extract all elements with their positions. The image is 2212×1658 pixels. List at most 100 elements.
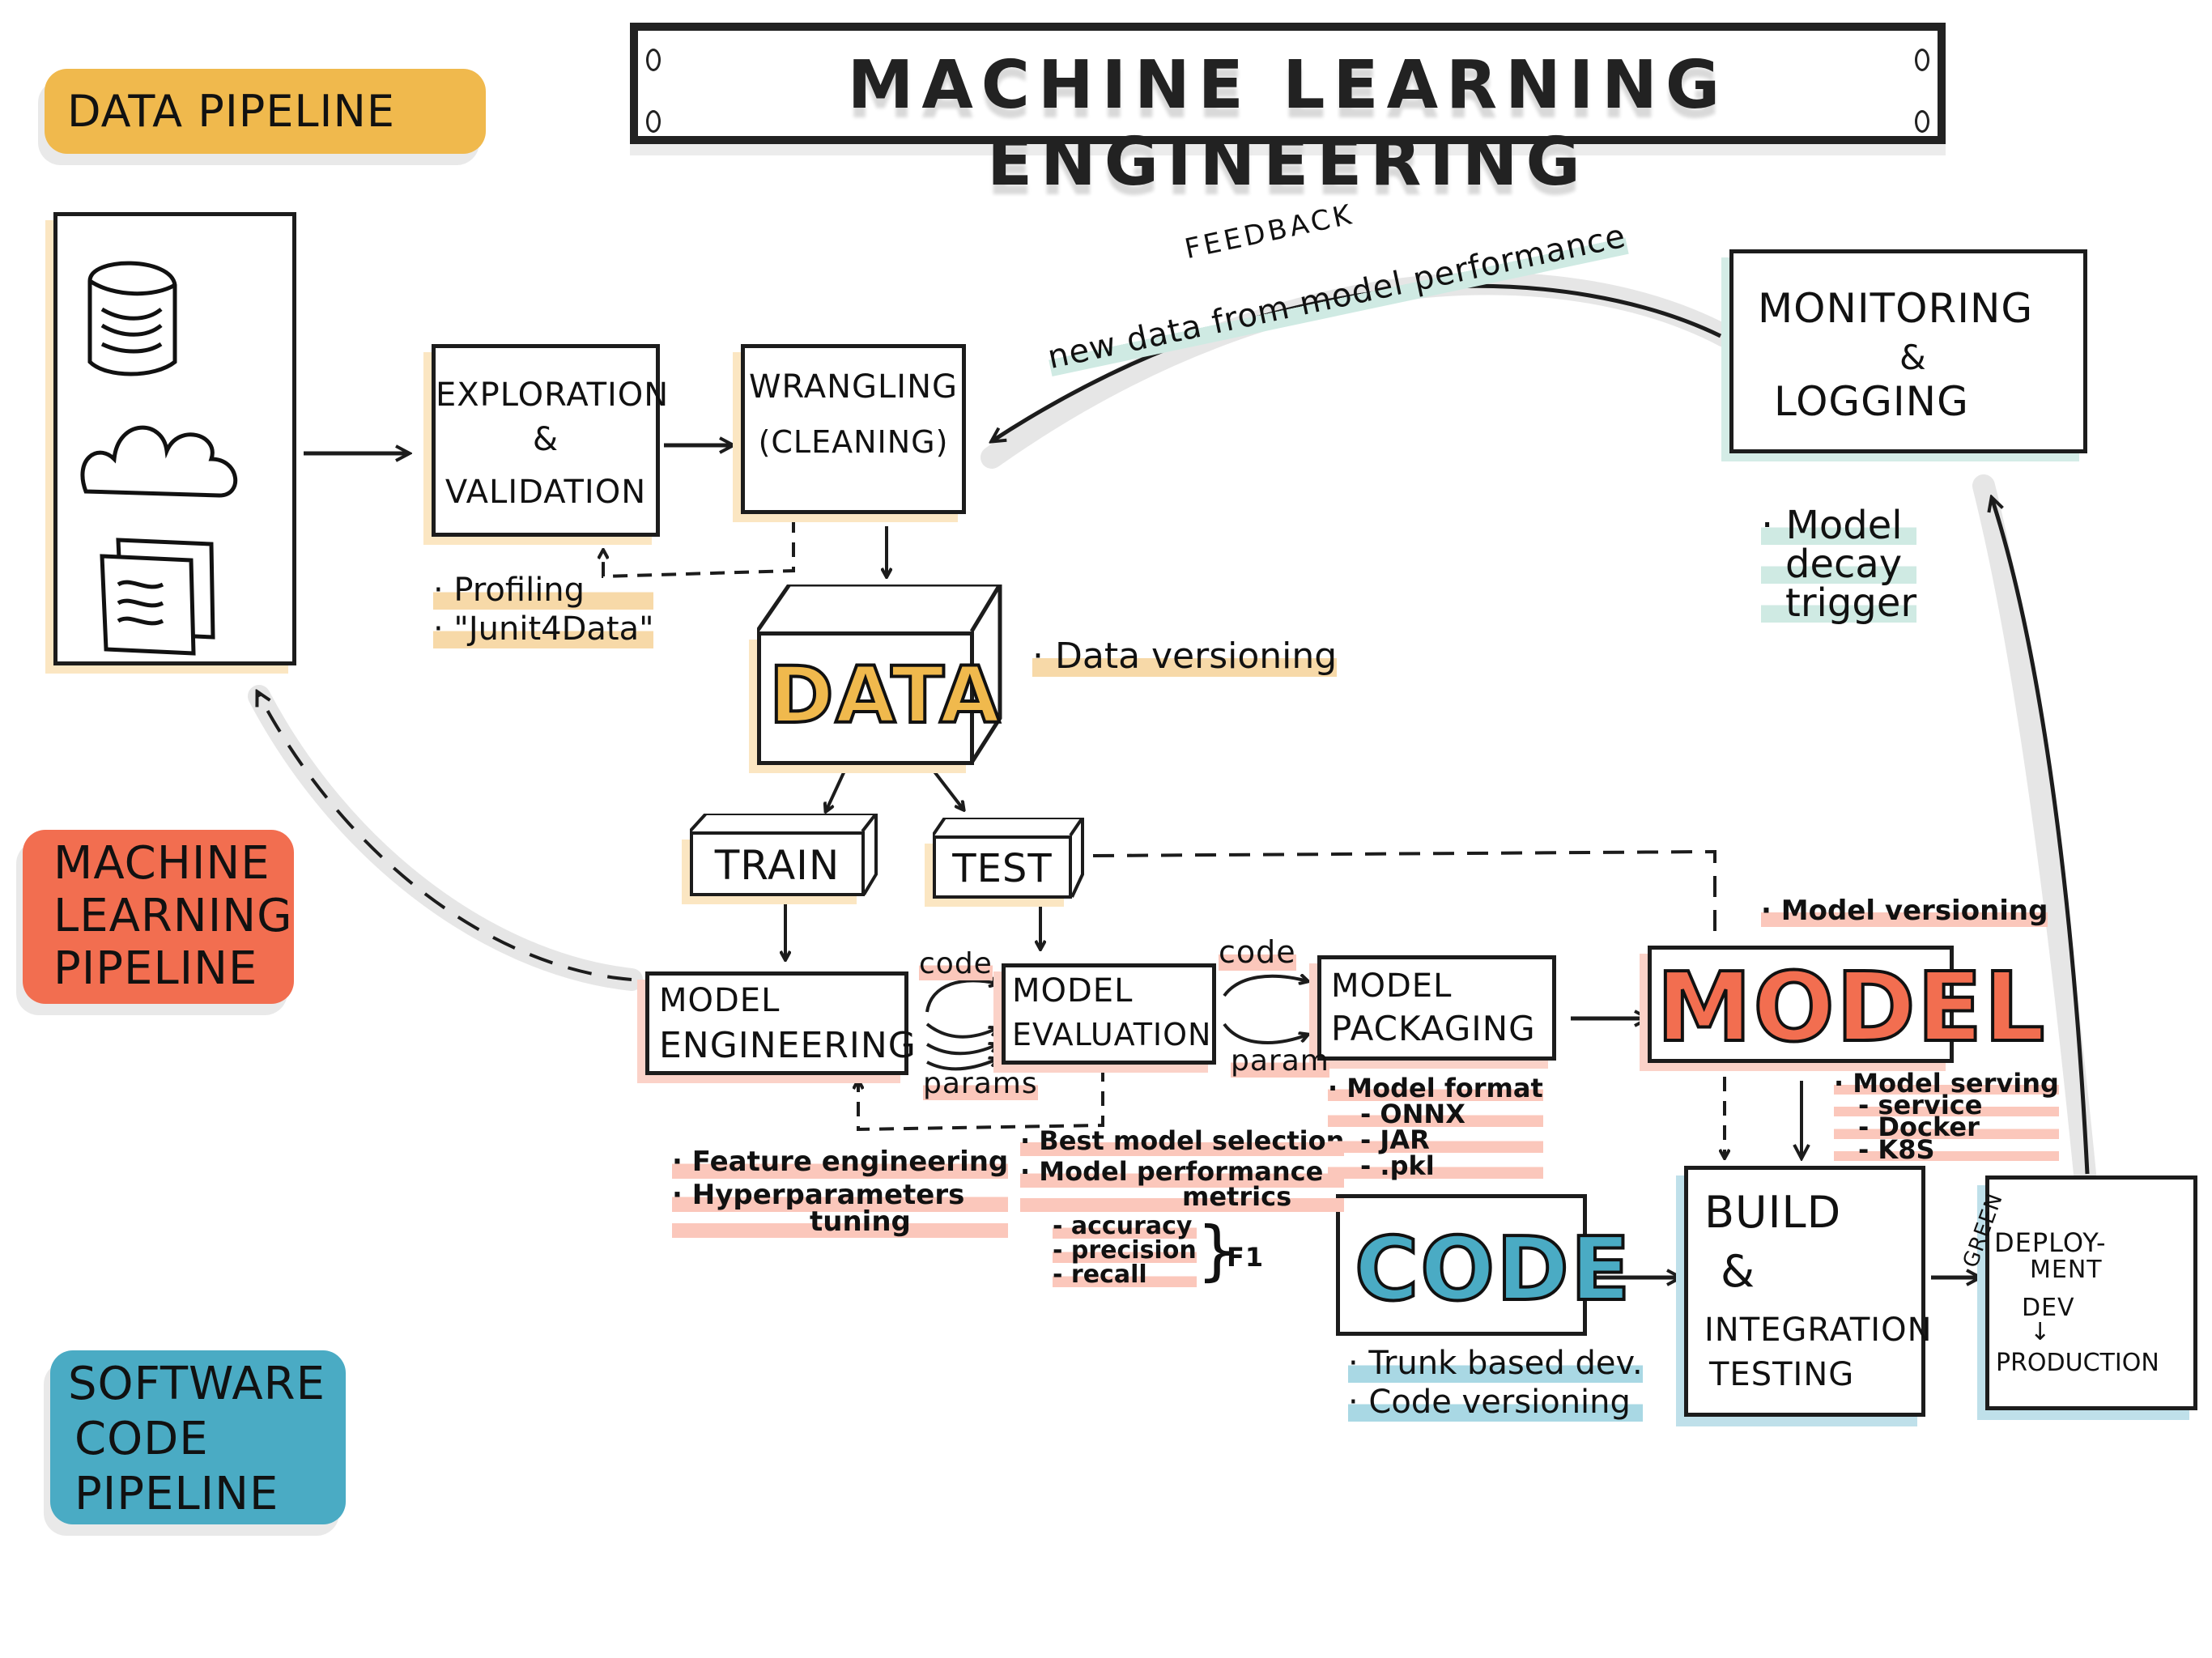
- env-production-label: PRODUCTION: [1996, 1349, 2159, 1377]
- params-label-1: params: [923, 1067, 1038, 1101]
- page-title: MACHINE LEARNING ENGINEERING: [847, 47, 1729, 201]
- metric-precision: - precision: [1053, 1236, 1197, 1265]
- legend-code-line-1: SOFTWARE: [68, 1358, 325, 1410]
- build-integration-box[interactable]: BUILD & INTEGRATION TESTING: [1684, 1166, 1932, 1417]
- note-model-serving: · Model serving - service - Docker - K8S: [1834, 1070, 2059, 1163]
- model-artifact-label: MODEL: [1655, 950, 2047, 1065]
- title-banner: MACHINE LEARNING ENGINEERING: [630, 23, 1946, 201]
- note-model-versioning-text: · Model versioning: [1761, 895, 2048, 927]
- build-ampersand: &: [1721, 1246, 1756, 1297]
- monitoring-label: MONITORING: [1758, 285, 2034, 332]
- model-evaluation-box[interactable]: MODEL EVALUATION: [1002, 963, 1216, 1065]
- note-model: · Model: [1761, 506, 1917, 545]
- param-label-2: param: [1231, 1044, 1329, 1078]
- note-trigger: trigger: [1761, 584, 1917, 623]
- note-metrics-list: - accuracy - precision - recall: [1053, 1214, 1197, 1287]
- cloud-icon: [80, 425, 238, 498]
- note-junit4data: · "Junit4Data": [433, 610, 654, 648]
- format-jar: - JAR: [1328, 1127, 1543, 1153]
- model-packaging-label-1: MODEL: [1331, 967, 1453, 1005]
- model-artifact-box[interactable]: MODEL: [1648, 946, 2046, 1065]
- legend-code-line-2: CODE: [74, 1413, 209, 1465]
- deployment-box[interactable]: DEPLOY- MENT DEV ↓ PRODUCTION: [1985, 1175, 2197, 1410]
- note-best-model-selection: · Best model selection: [1020, 1125, 1345, 1157]
- arrow-param-2: [1223, 1022, 1308, 1044]
- format-pkl: - .pkl: [1328, 1153, 1543, 1179]
- deployment-label-1: DEPLOY-: [1994, 1227, 2107, 1258]
- exploration-label: EXPLORATION: [436, 376, 670, 414]
- logging-label: LOGGING: [1774, 378, 1969, 425]
- data-cube-label: DATA: [768, 648, 1002, 742]
- model-packaging-label-2: PACKAGING: [1331, 1009, 1536, 1048]
- arrow-params-1a: [925, 1022, 998, 1039]
- legend-data-pipeline-label: DATA PIPELINE: [67, 86, 395, 137]
- feedback-label: FEEDBACK: [1181, 198, 1358, 266]
- note-data-versioning: · Data versioning: [1032, 636, 1338, 677]
- arrow-data-to-test: [929, 766, 963, 810]
- legend-ml-line-2: LEARNING: [53, 890, 293, 942]
- metrics-f1-label: F1: [1227, 1242, 1265, 1273]
- monitoring-logging-box[interactable]: MONITORING & LOGGING: [1729, 249, 2087, 453]
- integration-label: INTEGRATION: [1704, 1312, 1933, 1349]
- model-evaluation-label-1: MODEL: [1012, 972, 1134, 1010]
- arrow-code-2: [1223, 976, 1308, 997]
- note-code-versioning: · Code versioning: [1348, 1383, 1643, 1422]
- arrow-data-to-train: [826, 767, 848, 811]
- testing-label: TESTING: [1709, 1356, 1855, 1393]
- metric-accuracy: - accuracy: [1053, 1214, 1197, 1239]
- arrow-params-1b: [925, 1044, 998, 1056]
- model-engineering-label-2: ENGINEERING: [659, 1025, 917, 1066]
- legend-ml-pipeline: MACHINE LEARNING PIPELINE: [23, 830, 294, 1004]
- arrow-code-1: [925, 980, 998, 1013]
- note-model-evaluation: · Best model selection · Model performan…: [1020, 1125, 1345, 1213]
- monitoring-ampersand: &: [1899, 338, 1927, 377]
- exploration-ampersand: &: [532, 421, 559, 458]
- env-arrow-icon: ↓: [2030, 1318, 2052, 1346]
- test-label: TEST: [952, 846, 1053, 891]
- cleaning-label: (CLEANING): [758, 424, 949, 460]
- model-engineering-box[interactable]: MODEL ENGINEERING: [645, 971, 916, 1075]
- validation-label: VALIDATION: [445, 474, 647, 511]
- legend-code-line-3: PIPELINE: [74, 1468, 279, 1520]
- arrow-engineering-to-sources-dashed: [257, 692, 632, 981]
- model-engineering-label-1: MODEL: [659, 982, 781, 1019]
- code-artifact-label: CODE: [1353, 1218, 1632, 1322]
- note-profiling: · Profiling: [433, 571, 654, 610]
- legend-ml-line-1: MACHINE: [53, 837, 270, 890]
- legend-data-pipeline: DATA PIPELINE: [45, 69, 486, 154]
- model-packaging-box[interactable]: MODEL PACKAGING: [1317, 955, 1556, 1061]
- code-artifact-box[interactable]: CODE: [1336, 1194, 1632, 1336]
- train-box[interactable]: TRAIN: [690, 814, 884, 903]
- code-label-2: code: [1219, 934, 1296, 971]
- documents-icon: [100, 538, 215, 656]
- note-code: · Trunk based dev. · Code versioning: [1348, 1344, 1643, 1422]
- note-model-versioning: · Model versioning: [1761, 895, 2048, 928]
- build-label: BUILD: [1704, 1187, 1842, 1238]
- database-icon: [87, 261, 177, 376]
- note-exploration: · Profiling · "Junit4Data": [433, 571, 654, 648]
- note-monitoring: · Model decay trigger: [1761, 506, 1917, 623]
- note-trunk-based-dev: · Trunk based dev.: [1348, 1344, 1643, 1383]
- train-label: TRAIN: [714, 842, 840, 889]
- arrow-test-to-build-dashed: [1092, 849, 1716, 939]
- deployment-label-2: MENT: [2030, 1256, 2103, 1284]
- test-box[interactable]: TEST: [933, 818, 1087, 907]
- legend-ml-line-3: PIPELINE: [53, 942, 258, 995]
- code-label-1: code: [919, 947, 993, 981]
- note-model-format-title: · Model format: [1328, 1073, 1543, 1103]
- note-feature-engineering: · Feature engineering: [672, 1146, 1009, 1179]
- data-sources-box: [53, 212, 296, 665]
- note-model-engineering: · Feature engineering · Hyperparameters …: [672, 1146, 1009, 1239]
- metric-recall: - recall: [1053, 1263, 1197, 1287]
- model-evaluation-label-2: EVALUATION: [1012, 1017, 1212, 1052]
- feedback-sublabel: new data from model performance: [1044, 217, 1630, 376]
- note-data: · Data versioning: [1032, 636, 1338, 678]
- note-decay: decay: [1761, 545, 1917, 584]
- wrangling-label: WRANGLING: [748, 368, 958, 406]
- note-model-format: · Model format - ONNX - JAR - .pkl: [1328, 1075, 1543, 1179]
- legend-code-pipeline: SOFTWARE CODE PIPELINE: [50, 1350, 346, 1524]
- wrangling-box[interactable]: WRANGLING (CLEANING): [741, 344, 966, 514]
- data-cube[interactable]: DATA: [757, 585, 1008, 767]
- format-onnx: - ONNX: [1328, 1101, 1543, 1127]
- exploration-validation-box[interactable]: EXPLORATION & VALIDATION: [432, 344, 670, 537]
